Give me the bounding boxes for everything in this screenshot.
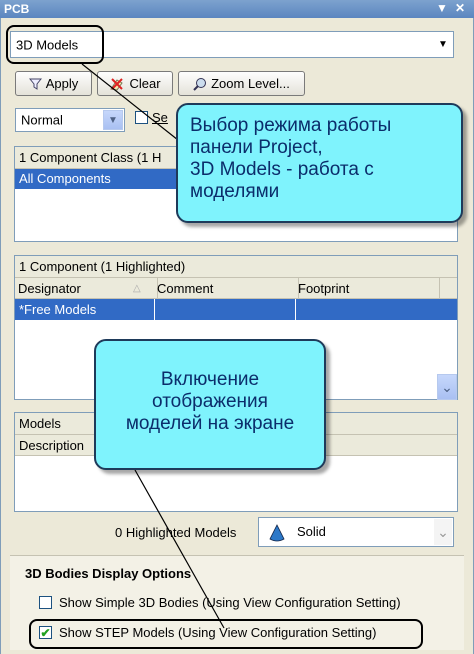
callout-line: Выбор режима работы: [190, 115, 392, 136]
display-callout: Включение отображения моделей на экране: [94, 339, 326, 470]
mode-callout: Выбор режима работы панели Project, 3D M…: [176, 103, 463, 223]
callout-line: моделей на экране: [125, 413, 295, 434]
callout-leader-lines: [81, 63, 225, 629]
leader-line: [81, 63, 179, 141]
callout-line: панели Project,: [190, 137, 323, 158]
callout-line: 3D Models - работа с: [190, 159, 374, 180]
callout-line: моделями: [190, 181, 280, 202]
callout-line: отображения: [152, 391, 268, 412]
leader-line: [134, 469, 225, 629]
callout-line: Включение: [160, 369, 260, 390]
